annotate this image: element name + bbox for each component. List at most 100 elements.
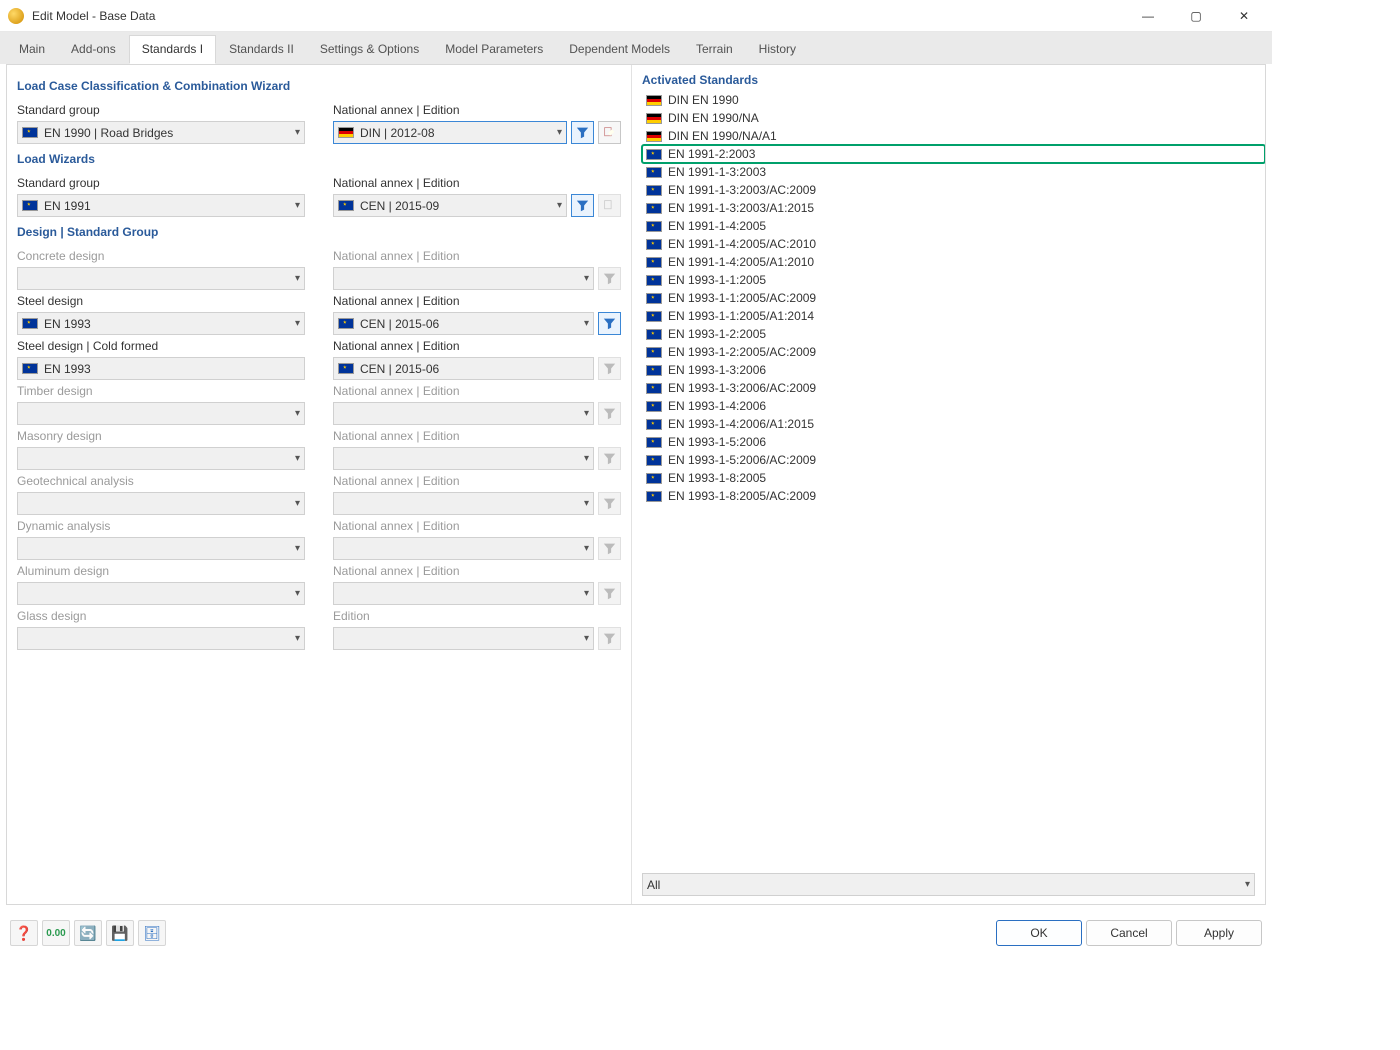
wizard-annex-select[interactable]: CEN | 2015-09 ▾ [333,194,567,217]
design-label: Timber design [17,380,305,400]
activated-item[interactable]: EN 1991-1-4:2005/A1:2010 [642,253,1265,271]
eu-flag-icon [646,437,662,448]
activated-item[interactable]: DIN EN 1990/NA/A1 [642,127,1265,145]
tab-terrain[interactable]: Terrain [683,35,746,64]
apply-button[interactable]: Apply [1176,920,1262,946]
design-annex-label: Edition [333,605,621,625]
design-label: Steel design | Cold formed [17,335,305,355]
save-button[interactable]: 💾 [106,920,134,946]
class-annex-select[interactable]: DIN | 2012-08 ▾ [333,121,567,144]
design-label: Dynamic analysis [17,515,305,535]
activated-item[interactable]: EN 1991-2:2003 [642,145,1265,163]
edit-button [598,194,621,217]
tab-history[interactable]: History [746,35,809,64]
eu-flag-icon [338,318,354,329]
activated-standards-list: DIN EN 1990DIN EN 1990/NADIN EN 1990/NA/… [632,91,1265,867]
design-annex-select: ▾ [333,402,594,425]
minimize-button[interactable]: — [1128,2,1168,30]
activated-item[interactable]: EN 1993-1-1:2005 [642,271,1265,289]
activated-standards-title: Activated Standards [632,65,1265,91]
eu-flag-icon [646,401,662,412]
activated-item[interactable]: EN 1993-1-2:2005 [642,325,1265,343]
activated-item[interactable]: EN 1991-1-4:2005/AC:2010 [642,235,1265,253]
tab-dependent-models[interactable]: Dependent Models [556,35,683,64]
ok-button[interactable]: OK [996,920,1082,946]
activated-item[interactable]: EN 1993-1-3:2006/AC:2009 [642,379,1265,397]
activated-item[interactable]: EN 1991-1-4:2005 [642,217,1265,235]
design-annex-select[interactable]: CEN | 2015-06▾ [333,312,594,335]
eu-flag-icon [338,363,354,374]
chevron-down-icon: ▾ [557,200,562,211]
filter-button[interactable] [571,194,594,217]
activated-item[interactable]: EN 1991-1-3:2003 [642,163,1265,181]
tab-add-ons[interactable]: Add-ons [58,35,129,64]
tab-main[interactable]: Main [6,35,58,64]
activated-item[interactable]: EN 1993-1-5:2006 [642,433,1265,451]
filter-button[interactable] [571,121,594,144]
activated-item[interactable]: EN 1993-1-1:2005/A1:2014 [642,307,1265,325]
eu-flag-icon [646,311,662,322]
design-standard-select[interactable]: EN 1993▾ [17,312,305,335]
activated-item[interactable]: EN 1991-1-3:2003/AC:2009 [642,181,1265,199]
class-standard-group-select[interactable]: EN 1990 | Road Bridges ▾ [17,121,305,144]
maximize-button[interactable]: ▢ [1176,2,1216,30]
activated-item[interactable]: DIN EN 1990/NA [642,109,1265,127]
footer: ❓ 0.00 🔄 💾 🗄 OK Cancel Apply [0,911,1272,955]
activated-item[interactable]: EN 1993-1-8:2005 [642,469,1265,487]
design-label: Geotechnical analysis [17,470,305,490]
activated-item[interactable]: EN 1993-1-3:2006 [642,361,1265,379]
chevron-down-icon: ▾ [1245,879,1250,890]
design-standard-select: ▾ [17,627,305,650]
label-annex: National annex | Edition [333,172,621,192]
activated-filter-select[interactable]: All ▾ [642,873,1255,896]
eu-flag-icon [646,365,662,376]
activated-item[interactable]: EN 1993-1-1:2005/AC:2009 [642,289,1265,307]
window-title: Edit Model - Base Data [32,9,1128,23]
chevron-down-icon: ▾ [584,453,589,464]
units-button[interactable]: 0.00 [42,920,70,946]
activated-item[interactable]: DIN EN 1990 [642,91,1265,109]
activated-item[interactable]: EN 1993-1-4:2006 [642,397,1265,415]
edit-button[interactable] [598,121,621,144]
design-annex-label: National annex | Edition [333,470,621,490]
label-standard-group: Standard group [17,99,305,119]
design-annex-select: ▾ [333,447,594,470]
chevron-down-icon: ▾ [295,273,300,284]
activated-item[interactable]: EN 1993-1-2:2005/AC:2009 [642,343,1265,361]
section-title-design: Design | Standard Group [17,219,621,243]
section-title-wizards: Load Wizards [17,146,621,170]
activated-item[interactable]: EN 1993-1-8:2005/AC:2009 [642,487,1265,505]
eu-flag-icon [646,167,662,178]
refresh-button[interactable]: 🔄 [74,920,102,946]
chevron-down-icon: ▾ [295,498,300,509]
tab-settings-options[interactable]: Settings & Options [307,35,432,64]
filter-button[interactable] [598,312,621,335]
design-annex-label: National annex | Edition [333,425,621,445]
design-label: Masonry design [17,425,305,445]
chevron-down-icon: ▾ [295,408,300,419]
wizard-standard-group-select[interactable]: EN 1991 ▾ [17,194,305,217]
design-standard-select: ▾ [17,447,305,470]
activated-item[interactable]: EN 1991-1-3:2003/A1:2015 [642,199,1265,217]
de-flag-icon [646,95,662,106]
tab-standards-ii[interactable]: Standards II [216,35,307,64]
activated-item[interactable]: EN 1993-1-4:2006/A1:2015 [642,415,1265,433]
filter-button [598,357,621,380]
close-button[interactable]: ✕ [1224,2,1264,30]
help-button[interactable]: ❓ [10,920,38,946]
tab-model-parameters[interactable]: Model Parameters [432,35,556,64]
cancel-button[interactable]: Cancel [1086,920,1172,946]
eu-flag-icon [22,363,38,374]
chevron-down-icon: ▾ [295,588,300,599]
design-standard-select: EN 1993 [17,357,305,380]
de-flag-icon [646,113,662,124]
label-annex: National annex | Edition [333,99,621,119]
chevron-down-icon: ▾ [295,200,300,211]
db-button[interactable]: 🗄 [138,920,166,946]
design-annex-select: ▾ [333,537,594,560]
design-standard-select: ▾ [17,582,305,605]
tab-standards-i[interactable]: Standards I [129,35,216,64]
activated-item[interactable]: EN 1993-1-5:2006/AC:2009 [642,451,1265,469]
design-label: Glass design [17,605,305,625]
design-label: Concrete design [17,245,305,265]
